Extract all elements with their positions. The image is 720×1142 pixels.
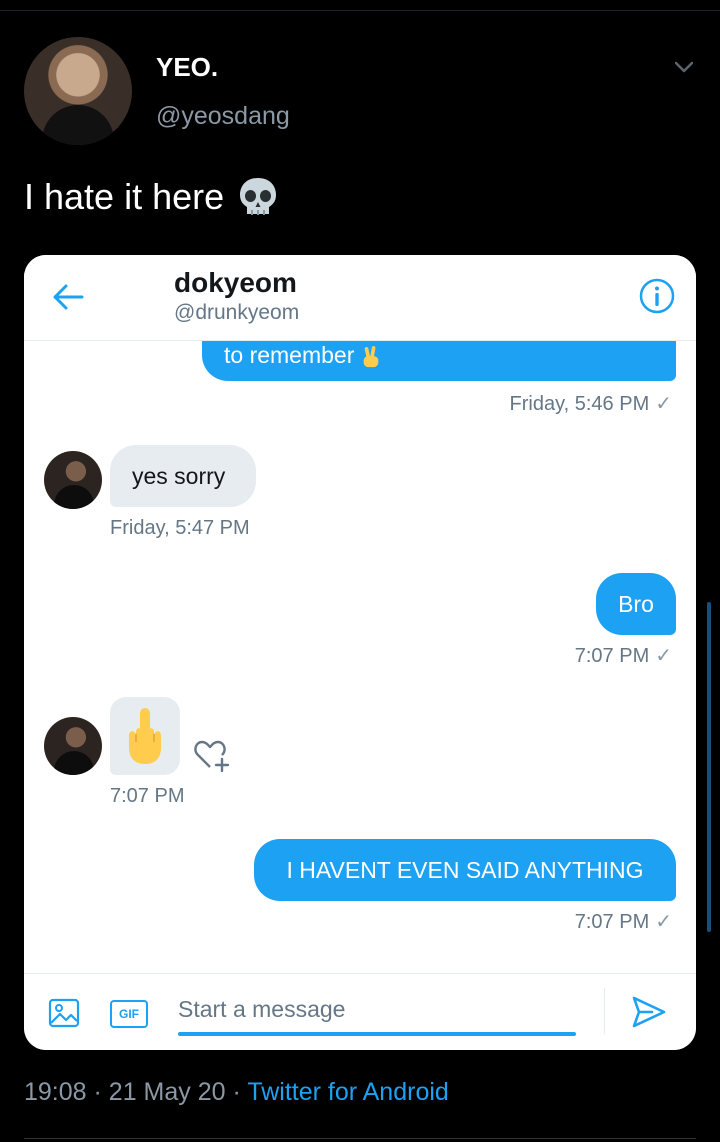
message-timestamp: 7:07 PM ✓: [574, 645, 672, 667]
input-underline: [178, 1032, 576, 1036]
tweet-source-link[interactable]: Twitter for Android: [247, 1078, 448, 1106]
message-timestamp: 7:07 PM ✓: [574, 911, 672, 933]
message-input[interactable]: [178, 992, 576, 1026]
tweet-meta: 19:08 · 21 May 20 · Twitter for Android: [24, 1078, 449, 1107]
bottom-divider: [24, 1138, 696, 1139]
middle-finger-emoji-icon: [129, 708, 161, 764]
victory-hand-emoji-icon: [364, 346, 379, 368]
message-bubble-incoming: yes sorry: [110, 445, 256, 507]
scrollbar[interactable]: [707, 602, 711, 932]
tweet-text-content: I hate it here: [24, 176, 225, 217]
sent-check-icon: ✓: [655, 645, 672, 667]
tweet-date[interactable]: 21 May 20: [109, 1078, 226, 1106]
message-bubble-incoming: [110, 697, 180, 775]
dm-screenshot-image[interactable]: dokyeom @drunkyeom to remember Friday, 5…: [24, 255, 696, 1050]
author-avatar[interactable]: [24, 37, 132, 145]
author-display-name[interactable]: YEO.: [156, 52, 218, 83]
send-icon[interactable]: [630, 994, 668, 1030]
sent-check-icon: ✓: [655, 393, 672, 415]
contact-avatar[interactable]: [44, 451, 102, 509]
composer-divider: [604, 988, 605, 1034]
gif-icon[interactable]: GIF: [110, 1000, 148, 1028]
info-icon[interactable]: [638, 277, 676, 315]
heart-plus-icon[interactable]: [192, 737, 232, 773]
message-composer: GIF: [24, 973, 696, 1050]
top-divider: [0, 10, 720, 11]
sent-check-icon: ✓: [655, 911, 672, 933]
message-text: I HAVENT EVEN SAID ANYTHING: [286, 856, 644, 883]
dm-contact-name: dokyeom: [174, 267, 297, 298]
message-text: yes sorry: [132, 462, 226, 489]
back-arrow-icon[interactable]: [50, 279, 86, 315]
dm-header: dokyeom @drunkyeom: [24, 255, 696, 341]
chevron-down-icon[interactable]: [672, 55, 696, 79]
tweet-time[interactable]: 19:08: [24, 1078, 87, 1106]
message-timestamp: Friday, 5:46 PM ✓: [509, 393, 672, 415]
image-icon[interactable]: [48, 998, 80, 1028]
message-timestamp: Friday, 5:47 PM: [110, 517, 250, 539]
meta-separator: ·: [93, 1078, 102, 1106]
message-text: Bro: [618, 590, 654, 617]
contact-avatar[interactable]: [44, 717, 102, 775]
meta-separator: ·: [232, 1078, 241, 1106]
message-text: to remember: [224, 342, 355, 368]
skull-emoji-icon: [240, 178, 277, 215]
message-timestamp: 7:07 PM: [110, 785, 185, 807]
author-handle[interactable]: @yeosdang: [156, 102, 290, 131]
message-bubble-outgoing: I HAVENT EVEN SAID ANYTHING: [254, 839, 676, 901]
dm-contact-handle: @drunkyeom: [174, 301, 300, 324]
message-bubble-outgoing: Bro: [596, 573, 676, 635]
tweet-text: I hate it here: [24, 175, 280, 219]
